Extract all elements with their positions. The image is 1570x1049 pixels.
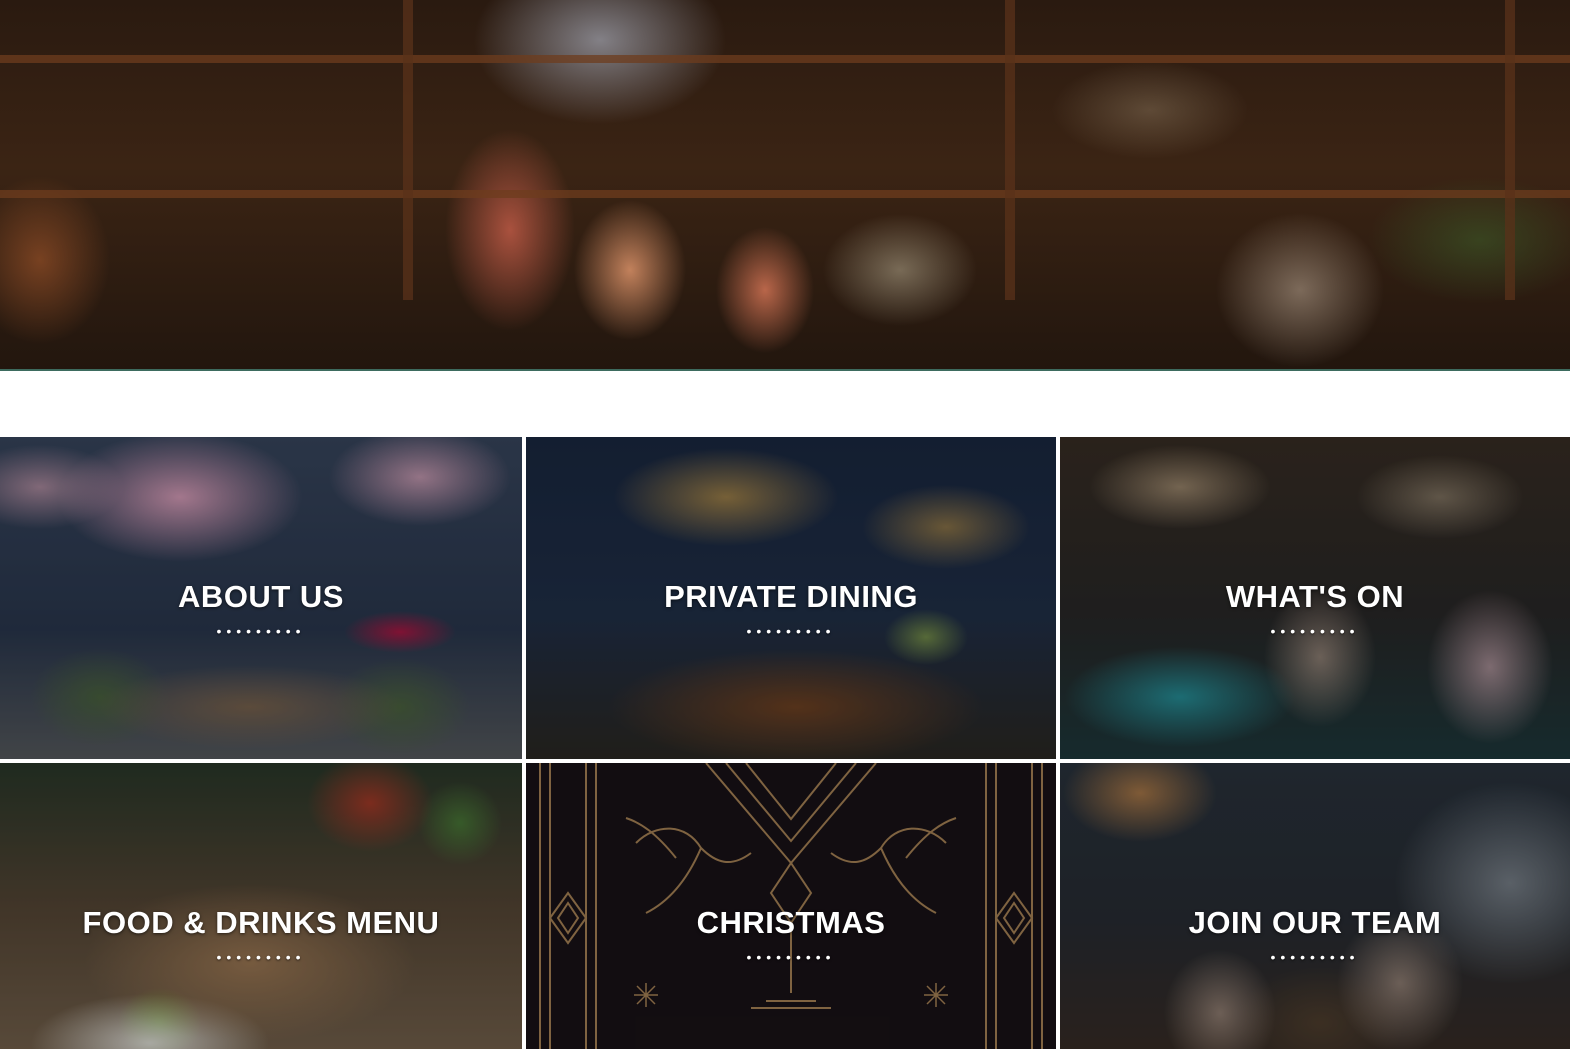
bar-shelf xyxy=(0,190,1570,198)
tile-dots-divider: ••••••••• xyxy=(216,623,306,639)
tile-dots-divider: ••••••••• xyxy=(1270,623,1360,639)
tile-join-our-team[interactable]: JOIN OUR TEAM ••••••••• xyxy=(1060,763,1570,1049)
tile-label: ABOUT US xyxy=(178,579,344,614)
tile-label: FOOD & DRINKS MENU xyxy=(82,905,440,940)
tile-food-drinks-menu[interactable]: FOOD & DRINKS MENU ••••••••• xyxy=(0,763,522,1049)
tile-whats-on[interactable]: WHAT'S ON ••••••••• xyxy=(1060,437,1570,759)
hero-video-banner xyxy=(0,0,1570,371)
bar-post xyxy=(1005,0,1015,300)
tile-label: PRIVATE DINING xyxy=(664,579,918,614)
bar-post xyxy=(1505,0,1515,300)
tile-dots-divider: ••••••••• xyxy=(216,949,306,965)
tile-about-us[interactable]: ABOUT US ••••••••• xyxy=(0,437,522,759)
tile-label: JOIN OUR TEAM xyxy=(1188,905,1442,940)
feature-tile-grid: ABOUT US ••••••••• PRIVATE DINING ••••••… xyxy=(0,437,1570,1049)
tile-label: WHAT'S ON xyxy=(1225,579,1405,614)
bar-shelf xyxy=(0,55,1570,63)
tile-label: CHRISTMAS xyxy=(696,905,886,940)
bar-post xyxy=(403,0,413,300)
tile-dots-divider: ••••••••• xyxy=(1270,949,1360,965)
tile-christmas[interactable]: CHRISTMAS ••••••••• xyxy=(526,763,1056,1049)
tile-dots-divider: ••••••••• xyxy=(746,623,836,639)
tile-private-dining[interactable]: PRIVATE DINING ••••••••• xyxy=(526,437,1056,759)
section-spacer xyxy=(0,371,1570,437)
tile-dots-divider: ••••••••• xyxy=(746,949,836,965)
